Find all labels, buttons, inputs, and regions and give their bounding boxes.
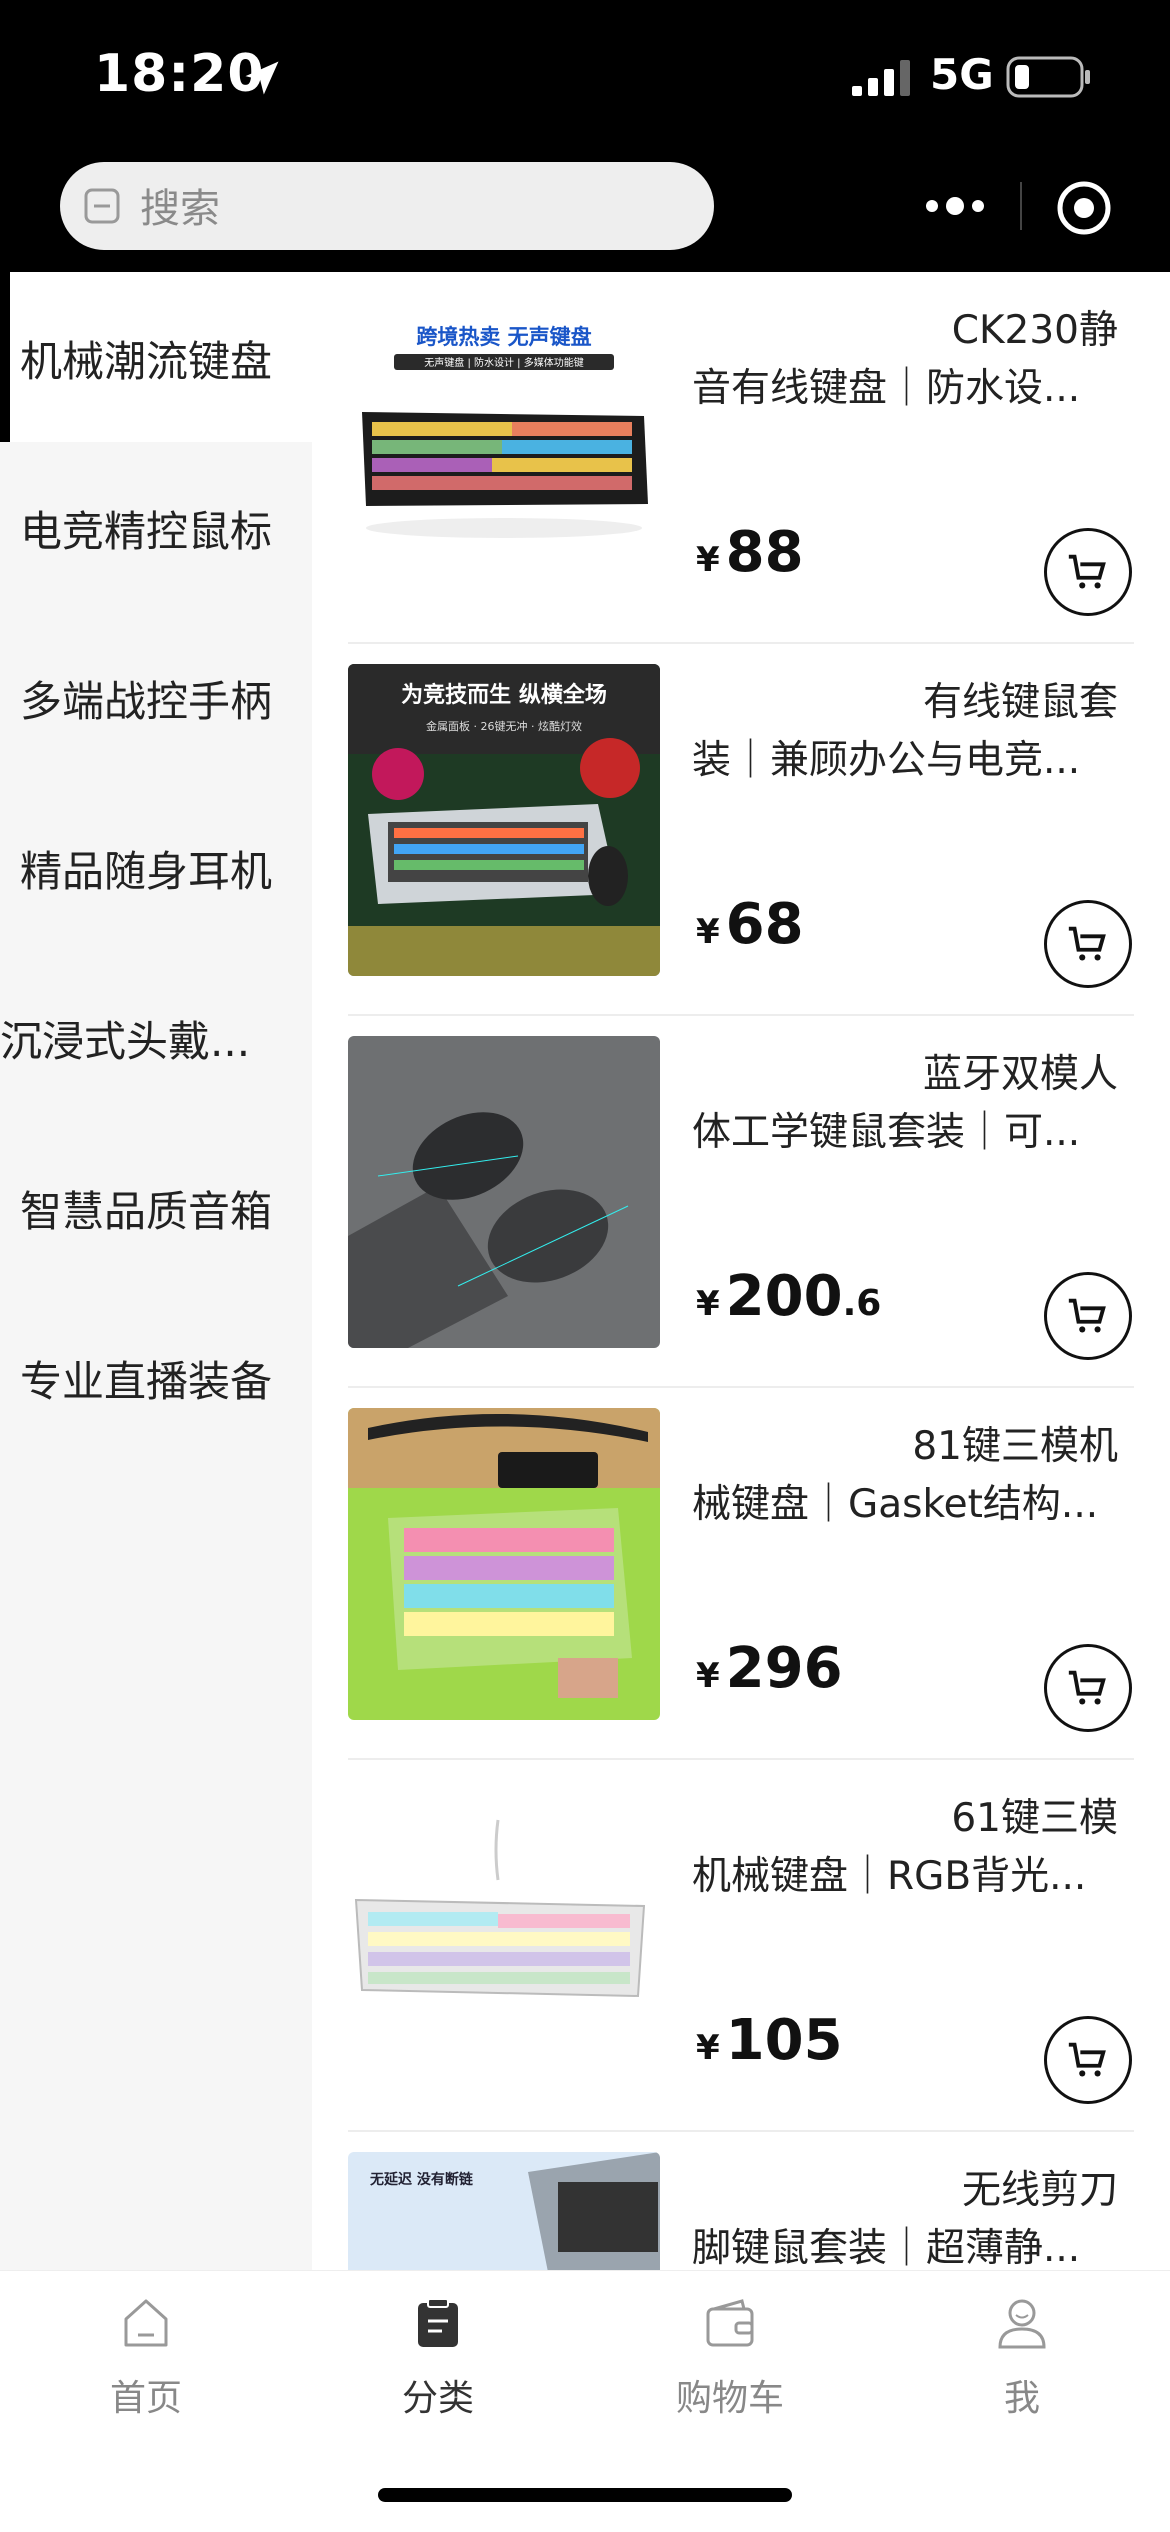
sidebar-item-streaming[interactable]: 专业直播装备: [0, 1292, 312, 1462]
product-image: 无延迟 没有断链: [348, 2152, 660, 2270]
cart-icon: [1068, 926, 1106, 961]
sidebar-item-keyboards[interactable]: 机械潮流键盘: [0, 272, 312, 442]
product-title[interactable]: 蓝牙双模人 体工学键鼠套装｜可...: [692, 1046, 1132, 1162]
product-title[interactable]: 无线剪刀 脚键鼠套装｜超薄静...: [692, 2162, 1132, 2270]
product-card[interactable]: 81键三模机 械键盘｜Gasket结构... ¥296: [312, 1388, 1170, 1760]
product-image-badge: 无延迟 没有断链: [369, 2171, 474, 2188]
battery-icon: [1006, 56, 1090, 98]
capsule-divider: [1020, 182, 1022, 230]
tab-home[interactable]: 首页: [0, 2271, 292, 2431]
product-image-banner: 跨境热卖 无声键盘: [416, 325, 591, 349]
cart-icon: [1068, 1670, 1106, 1705]
status-time: 18:20: [94, 44, 265, 104]
product-card[interactable]: 为竞技而生 纵横全场 金属面板 · 26键无冲 · 炫酷灯效 有线键鼠套 装｜兼…: [312, 644, 1170, 1016]
product-title[interactable]: 61键三模 机械键盘｜RGB背光...: [692, 1790, 1132, 1906]
search-scan-icon: [84, 188, 120, 224]
product-title[interactable]: CK230静 音有线键盘｜防水设...: [692, 302, 1132, 418]
product-image: [348, 1036, 660, 1348]
home-icon: [124, 2299, 168, 2347]
sidebar-item-gamepads[interactable]: 多端战控手柄: [0, 612, 312, 782]
product-card[interactable]: 蓝牙双模人 体工学键鼠套装｜可... ¥200.6: [312, 1016, 1170, 1388]
signal-icon: [852, 60, 910, 96]
product-price: ¥68: [696, 892, 804, 957]
product-card[interactable]: 61键三模 机械键盘｜RGB背光... ¥105: [312, 1760, 1170, 2132]
product-card[interactable]: 无延迟 没有断链 无线剪刀 脚键鼠套装｜超薄静...: [312, 2132, 1170, 2270]
product-price: ¥105: [696, 2008, 843, 2073]
home-indicator: [378, 2488, 792, 2502]
product-price: ¥88: [696, 520, 804, 585]
add-to-cart-button[interactable]: [1044, 2016, 1132, 2104]
add-to-cart-button[interactable]: [1044, 1272, 1132, 1360]
tab-me[interactable]: 我: [876, 2271, 1168, 2431]
product-image: 跨境热卖 无声键盘 无声键盘 | 防水设计 | 多媒体功能键: [348, 292, 660, 604]
category-icon: [418, 2298, 458, 2347]
add-to-cart-button[interactable]: [1044, 1644, 1132, 1732]
cart-icon: [1068, 2042, 1106, 2077]
cart-icon: [1068, 1298, 1106, 1333]
tab-cart[interactable]: 购物车: [584, 2271, 876, 2431]
product-image: 为竞技而生 纵横全场 金属面板 · 26键无冲 · 炫酷灯效: [348, 664, 660, 976]
sidebar-item-speakers[interactable]: 智慧品质音箱: [0, 1122, 312, 1292]
category-sidebar: 机械潮流键盘 电竞精控鼠标 多端战控手柄 精品随身耳机 沉浸式头戴... 智慧品…: [0, 272, 312, 2270]
add-to-cart-button[interactable]: [1044, 528, 1132, 616]
close-miniprogram-icon[interactable]: [1056, 180, 1112, 236]
product-image-banner: 为竞技而生 纵横全场: [401, 682, 607, 708]
location-arrow-icon: [245, 61, 279, 95]
product-image: [348, 1408, 660, 1720]
product-title[interactable]: 81键三模机 械键盘｜Gasket结构...: [692, 1418, 1132, 1534]
more-icon[interactable]: [924, 196, 986, 216]
product-price: ¥200.6: [696, 1264, 882, 1329]
search-input[interactable]: 搜索: [140, 176, 220, 234]
wallet-cart-icon: [706, 2299, 754, 2347]
sidebar-item-earphones[interactable]: 精品随身耳机: [0, 782, 312, 952]
add-to-cart-button[interactable]: [1044, 900, 1132, 988]
product-price: ¥296: [696, 1636, 843, 1701]
network-type: 5G: [930, 50, 994, 99]
sidebar-item-headsets[interactable]: 沉浸式头戴...: [0, 952, 312, 1122]
cart-icon: [1068, 554, 1106, 589]
product-title[interactable]: 有线键鼠套 装｜兼顾办公与电竞...: [692, 674, 1132, 790]
product-image-subtitle: 金属面板 · 26键无冲 · 炫酷灯效: [426, 719, 582, 733]
tab-category[interactable]: 分类: [292, 2271, 584, 2431]
product-image: [348, 1780, 660, 2092]
product-list[interactable]: 跨境热卖 无声键盘 无声键盘 | 防水设计 | 多媒体功能键 CK230静 音有…: [312, 272, 1170, 2270]
top-bar: 18:20 5G 搜索: [0, 0, 1170, 272]
profile-icon: [998, 2299, 1046, 2349]
product-image-subtitle: 无声键盘 | 防水设计 | 多媒体功能键: [424, 356, 583, 369]
product-card[interactable]: 跨境热卖 无声键盘 无声键盘 | 防水设计 | 多媒体功能键 CK230静 音有…: [312, 272, 1170, 644]
sidebar-item-mice[interactable]: 电竞精控鼠标: [0, 442, 312, 612]
